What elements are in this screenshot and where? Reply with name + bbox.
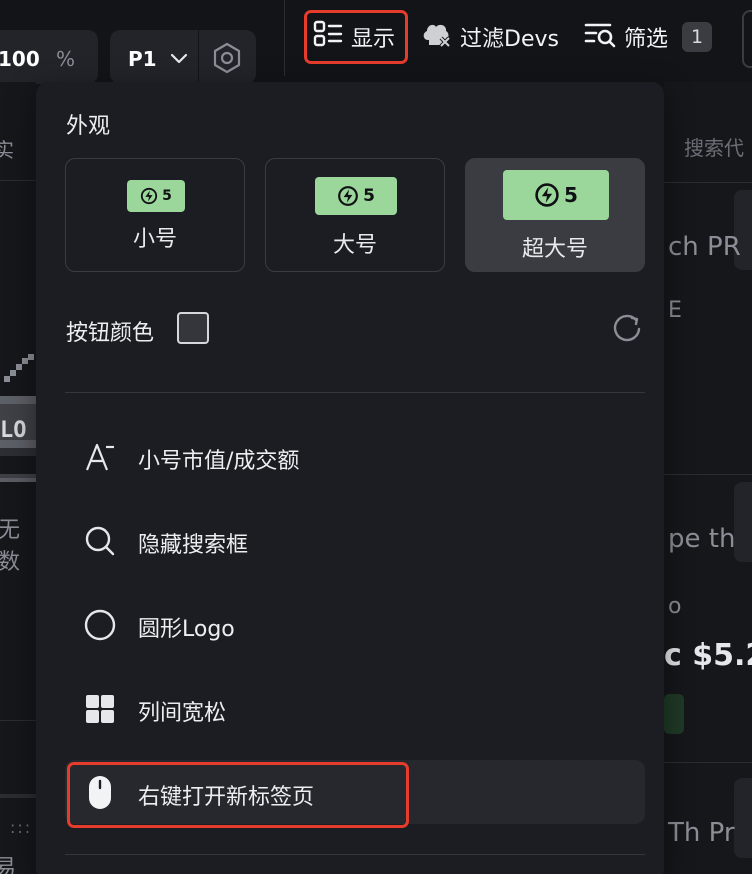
divider	[0, 180, 36, 181]
display-settings-panel: 外观 5 小号 5 大号 5 超大号 按钮颜色 小号市值/成交额 隐藏搜索框 圆…	[36, 82, 664, 874]
preset-divider	[198, 30, 199, 84]
highlight-annotation	[67, 762, 409, 828]
button-color-swatch[interactable]	[177, 312, 209, 344]
chef-hat-x-icon	[420, 18, 452, 56]
menu-item-label: 圆形Logo	[138, 617, 235, 642]
display-label: 显示	[351, 27, 396, 52]
token-sub: E	[668, 298, 682, 323]
reset-icon[interactable]	[610, 312, 644, 350]
circle-icon	[83, 608, 117, 642]
divider	[664, 762, 752, 763]
menu-item-hide-search[interactable]: 隐藏搜索框	[65, 508, 645, 572]
menu-item-loose-columns[interactable]: 列间宽松	[65, 676, 645, 740]
empty-state-text: 无数	[0, 518, 21, 575]
filter-count-badge: 1	[682, 22, 713, 52]
hexagon-settings-icon[interactable]	[210, 41, 244, 79]
size-option-label: 小号	[132, 227, 177, 252]
size-option-small[interactable]: 5 小号	[65, 158, 245, 272]
quick-buy-badge: 5	[503, 170, 609, 220]
token-name[interactable]: Th Pr	[668, 818, 735, 848]
amount-value: 100	[0, 47, 40, 71]
size-option-large[interactable]: 5 大号	[265, 158, 445, 272]
filter-devs-button[interactable]: 过滤Devs	[420, 10, 559, 64]
font-size-icon	[83, 440, 117, 474]
chevron-down-icon[interactable]	[168, 48, 190, 74]
token-name[interactable]: ch PR	[668, 232, 741, 262]
filter-button[interactable]: 筛选 1	[584, 10, 713, 64]
lightning-icon	[338, 186, 358, 206]
size-option-label: 大号	[332, 233, 377, 258]
drag-handle-icon[interactable]: :::	[10, 818, 32, 837]
menu-item-label: 小号市值/成交额	[138, 449, 300, 474]
menu-item-label: 列间宽松	[138, 701, 227, 726]
filter-devs-label: 过滤Devs	[460, 27, 559, 52]
left-column-footer: 易员	[0, 856, 17, 874]
change-badge	[664, 694, 684, 734]
amount-unit: %	[56, 47, 76, 71]
buy-button[interactable]	[734, 482, 752, 562]
toolbar-divider	[284, 0, 285, 76]
quick-buy-amount: 5	[363, 186, 375, 206]
size-option-extra-large[interactable]: 5 超大号	[465, 158, 645, 272]
divider	[664, 182, 752, 183]
menu-item-round-logo[interactable]: 圆形Logo	[65, 592, 645, 656]
overflow-button[interactable]	[742, 10, 752, 68]
logo-text: LO	[0, 418, 27, 443]
panel-divider	[65, 854, 645, 855]
preset-selector: P1	[110, 30, 256, 84]
divider	[664, 474, 752, 475]
menu-item-label: 隐藏搜索框	[138, 533, 249, 558]
preset-label[interactable]: P1	[128, 47, 157, 71]
grid-icon	[83, 692, 117, 726]
panel-title: 外观	[66, 114, 111, 139]
buy-button[interactable]	[734, 778, 752, 858]
panel-divider	[65, 392, 645, 393]
left-column-header: 实	[0, 138, 14, 162]
search-placeholder[interactable]: 搜索代	[684, 132, 744, 161]
divider	[0, 720, 36, 721]
quick-buy-amount: 5	[162, 188, 172, 204]
lightning-icon	[535, 183, 559, 207]
size-option-label: 超大号	[521, 237, 588, 262]
button-color-row: 按钮颜色	[66, 312, 646, 346]
quick-buy-badge: 5	[315, 177, 397, 215]
token-sub: o	[668, 594, 682, 619]
display-button[interactable]: 显示	[304, 10, 408, 64]
lightning-icon	[141, 187, 158, 205]
amount-input[interactable]: 100 %	[0, 30, 98, 84]
filter-search-icon	[584, 19, 616, 55]
token-price: c $5.2	[664, 638, 752, 673]
quick-buy-amount: 5	[564, 183, 578, 207]
button-color-label: 按钮颜色	[66, 321, 155, 346]
logo-pixel-art: LO	[0, 354, 36, 484]
background-right-column: 搜索代 ch PR E pe th o c $5.2 Th Pr	[664, 82, 752, 874]
search-icon	[83, 524, 117, 558]
filter-label: 筛选	[624, 27, 669, 52]
quick-buy-badge: 5	[127, 180, 185, 212]
menu-item-small-market-cap[interactable]: 小号市值/成交额	[65, 424, 645, 488]
top-toolbar: 100 % P1 显示 过滤Devs 筛选 1	[0, 0, 752, 84]
display-list-icon	[313, 19, 343, 55]
scrollbar-track[interactable]	[0, 794, 36, 798]
token-name[interactable]: pe th	[668, 524, 735, 554]
